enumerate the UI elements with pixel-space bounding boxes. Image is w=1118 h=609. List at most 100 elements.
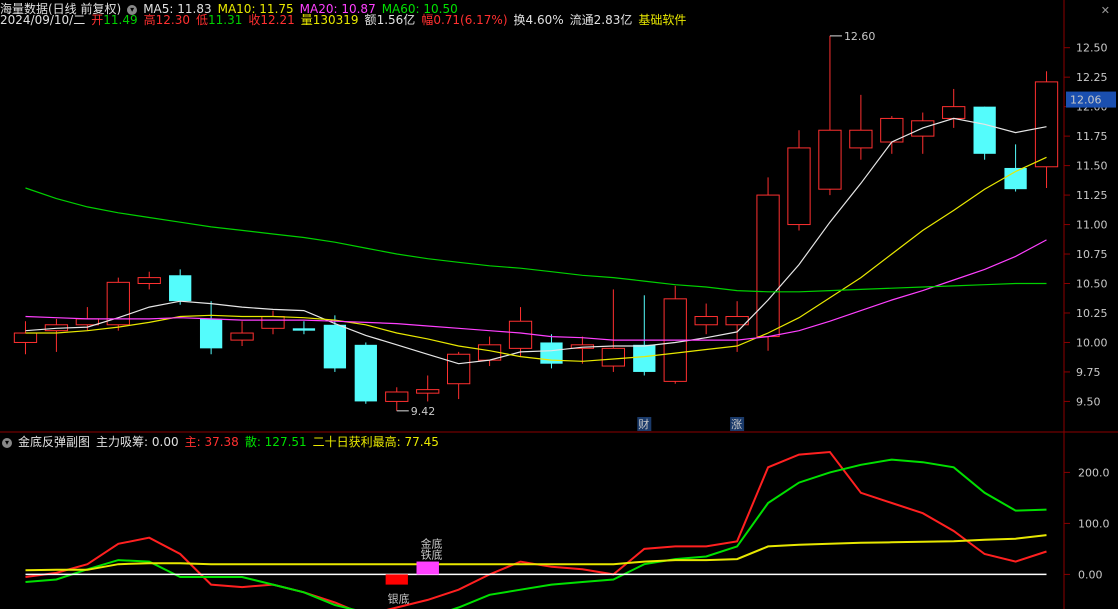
price-tick-label: 11.75 [1076, 130, 1108, 143]
price-tick-label: 11.25 [1076, 189, 1108, 202]
price-tick-label: 10.75 [1076, 248, 1108, 261]
kline-chart[interactable]: 银底金底铁底 9.50 9.75 10.00 10.25 10.50 10.75 11.00… [0, 0, 1118, 609]
candle-body [508, 320, 533, 349]
candle-body [292, 328, 316, 331]
price-tick-label: 11.00 [1076, 219, 1108, 232]
vol-value: 130319 [312, 13, 359, 27]
low-label: 低 [195, 13, 208, 27]
low-info: 低11.31 [196, 13, 242, 27]
signal-bar [385, 574, 408, 585]
candle[interactable] [818, 35, 842, 196]
concept-tag[interactable]: 基础软件 [638, 13, 686, 27]
candle[interactable] [230, 321, 254, 346]
candle[interactable] [570, 336, 595, 364]
sub-line [25, 450, 1047, 609]
price-tick-label: 10.25 [1076, 307, 1108, 320]
vol-info: 量130319 [301, 13, 359, 27]
candle[interactable] [663, 285, 687, 384]
candle[interactable] [44, 318, 69, 352]
signal-label: 银底 [388, 592, 410, 606]
sub-tick-label: 200.0 [1078, 466, 1110, 479]
signal-bar [416, 561, 439, 575]
candle[interactable] [292, 321, 316, 335]
candle[interactable] [354, 342, 377, 404]
price-tick-label: 10.50 [1076, 278, 1108, 291]
quote-info: 2024/09/10/二 开11.49 高12.30 低11.31 收12.21 量130… [0, 11, 692, 29]
price-tick-label: 10.00 [1076, 336, 1108, 349]
candle-body [633, 344, 656, 372]
float-shares: 流通2.83亿 [569, 13, 633, 27]
quote-date: 2024/09/10/二 [0, 13, 86, 27]
chevron-down-icon[interactable]: ▾ [2, 437, 12, 448]
price-axis: 9.50 9.75 10.00 10.25 10.50 10.75 11.00 11.25 11… [1064, 42, 1116, 581]
close-info: 收12.21 [248, 13, 294, 27]
amt-value: 1.56亿 [376, 13, 416, 27]
high-info: 高12.30 [144, 13, 190, 27]
sub-tick-label: 100.0 [1078, 517, 1110, 530]
profit-value: 77.45 [404, 435, 439, 449]
retail-value: 127.51 [264, 435, 307, 449]
main-info: 主: 37.38 [185, 435, 239, 449]
price-tick-label: 11.50 [1076, 160, 1108, 173]
price-tick-label: 12.50 [1076, 42, 1108, 55]
candle-body [416, 389, 440, 394]
candle[interactable] [633, 295, 656, 376]
open-label: 开 [91, 13, 104, 27]
candle[interactable] [169, 269, 192, 305]
profit-info: 二十日获利最高: 77.45 [313, 435, 439, 449]
candle[interactable] [880, 116, 904, 154]
candle-body [169, 275, 192, 302]
open-value: 11.49 [103, 13, 138, 27]
candle-body [75, 318, 99, 326]
candle-body [323, 324, 347, 369]
candle[interactable] [13, 321, 38, 355]
candles[interactable] [13, 35, 1059, 411]
candle-body [230, 332, 254, 341]
candle-body [137, 277, 161, 285]
candle[interactable] [261, 310, 285, 335]
sub-chart-header: ▾ 金底反弹副图 主力吸筹: 0.00 主: 37.38 散: 127.51 二十日获利最… [0, 433, 445, 451]
candle[interactable] [447, 351, 471, 400]
chart-grid [0, 0, 1118, 609]
price-tick-label: 12.25 [1076, 71, 1108, 84]
absorb-value: 主力吸筹: 0.00 [96, 435, 179, 449]
sub-lines: 银底金底铁底 [25, 450, 1047, 609]
candle[interactable] [416, 375, 440, 402]
sub-line [25, 458, 1047, 609]
candle[interactable] [694, 303, 718, 335]
sub-title: 金底反弹副图 [18, 435, 91, 449]
candle[interactable] [385, 387, 409, 411]
candle-body [787, 147, 811, 226]
close-label: 收 [248, 13, 261, 27]
candle[interactable] [942, 88, 966, 128]
candle[interactable] [137, 271, 161, 290]
candle-body [199, 318, 223, 349]
candle[interactable] [199, 301, 223, 355]
close-value: 12.21 [260, 13, 295, 27]
candle-body [694, 316, 718, 326]
candle-body [973, 106, 996, 154]
ma-lines [25, 117, 1047, 365]
candle[interactable] [849, 94, 873, 160]
retail-info: 散: 127.51 [245, 435, 307, 449]
candle-body [385, 391, 409, 402]
candle[interactable] [756, 177, 780, 351]
candle[interactable] [725, 301, 749, 352]
candle[interactable] [973, 106, 996, 160]
price-tick-label: 9.75 [1076, 366, 1101, 379]
candle[interactable] [911, 112, 935, 154]
chg-value: 0.71(6.17%) [433, 13, 508, 27]
candle-body [13, 332, 38, 343]
event-marker-label: 财 [638, 417, 649, 431]
retail-label: 散: [244, 435, 265, 449]
high-value: 12.30 [155, 13, 190, 27]
close-icon[interactable]: ✕ [1101, 4, 1110, 17]
candle[interactable] [106, 277, 130, 331]
candle-body [601, 347, 625, 367]
candle[interactable] [787, 130, 811, 231]
current-price-label: 12.06 [1070, 94, 1102, 107]
amt-info: 额1.56亿 [365, 13, 416, 27]
candle[interactable] [1034, 71, 1059, 188]
annotation-label: 9.42 [411, 405, 436, 418]
candle-body [818, 129, 842, 190]
